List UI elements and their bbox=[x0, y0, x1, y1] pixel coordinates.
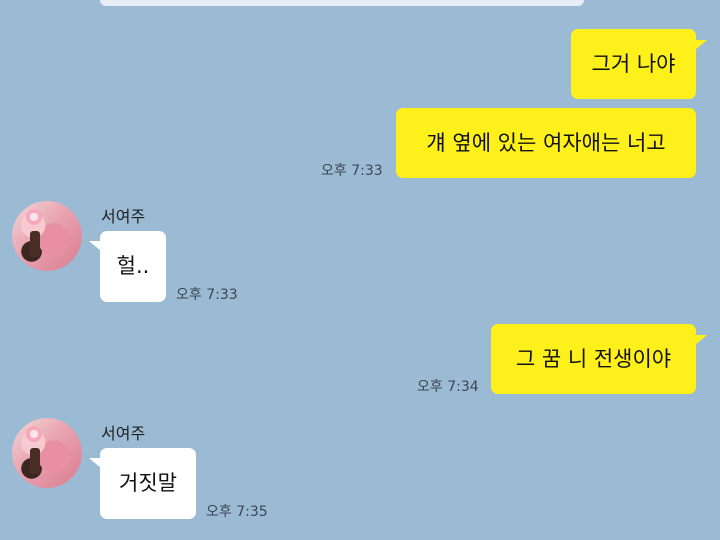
their-message-bubble[interactable]: 헐.. bbox=[100, 231, 166, 302]
sender-name: 서여주 bbox=[101, 207, 146, 226]
their-message-bubble[interactable]: 거짓말 bbox=[100, 448, 196, 519]
bubble-tail bbox=[695, 335, 707, 345]
my-message-bubble[interactable]: 그 꿈 니 전생이야 bbox=[491, 324, 696, 394]
my-message-bubble[interactable]: 그거 나야 bbox=[571, 29, 696, 99]
message-text: 그 꿈 니 전생이야 bbox=[515, 346, 672, 371]
message-text: 걔 옆에 있는 여자애는 너고 bbox=[426, 130, 666, 155]
message-timestamp: 오후 7:33 bbox=[321, 163, 383, 179]
top-edge-panel bbox=[100, 0, 584, 6]
my-message-bubble[interactable]: 걔 옆에 있는 여자애는 너고 bbox=[396, 108, 696, 178]
avatar-bottle-graphic bbox=[30, 448, 40, 474]
avatar-bottle-graphic bbox=[30, 231, 40, 257]
message-text: 거짓말 bbox=[119, 471, 177, 495]
bubble-tail bbox=[695, 40, 707, 50]
avatar-flower-graphic bbox=[26, 426, 42, 442]
message-text: 헐.. bbox=[116, 254, 150, 278]
contact-avatar[interactable] bbox=[12, 201, 82, 271]
avatar-flower-graphic bbox=[26, 209, 42, 225]
contact-avatar[interactable] bbox=[12, 418, 82, 488]
message-timestamp: 오후 7:35 bbox=[206, 504, 268, 520]
sender-name: 서여주 bbox=[101, 424, 146, 443]
message-timestamp: 오후 7:34 bbox=[417, 379, 479, 395]
message-text: 그거 나야 bbox=[591, 51, 676, 76]
message-timestamp: 오후 7:33 bbox=[176, 287, 238, 303]
